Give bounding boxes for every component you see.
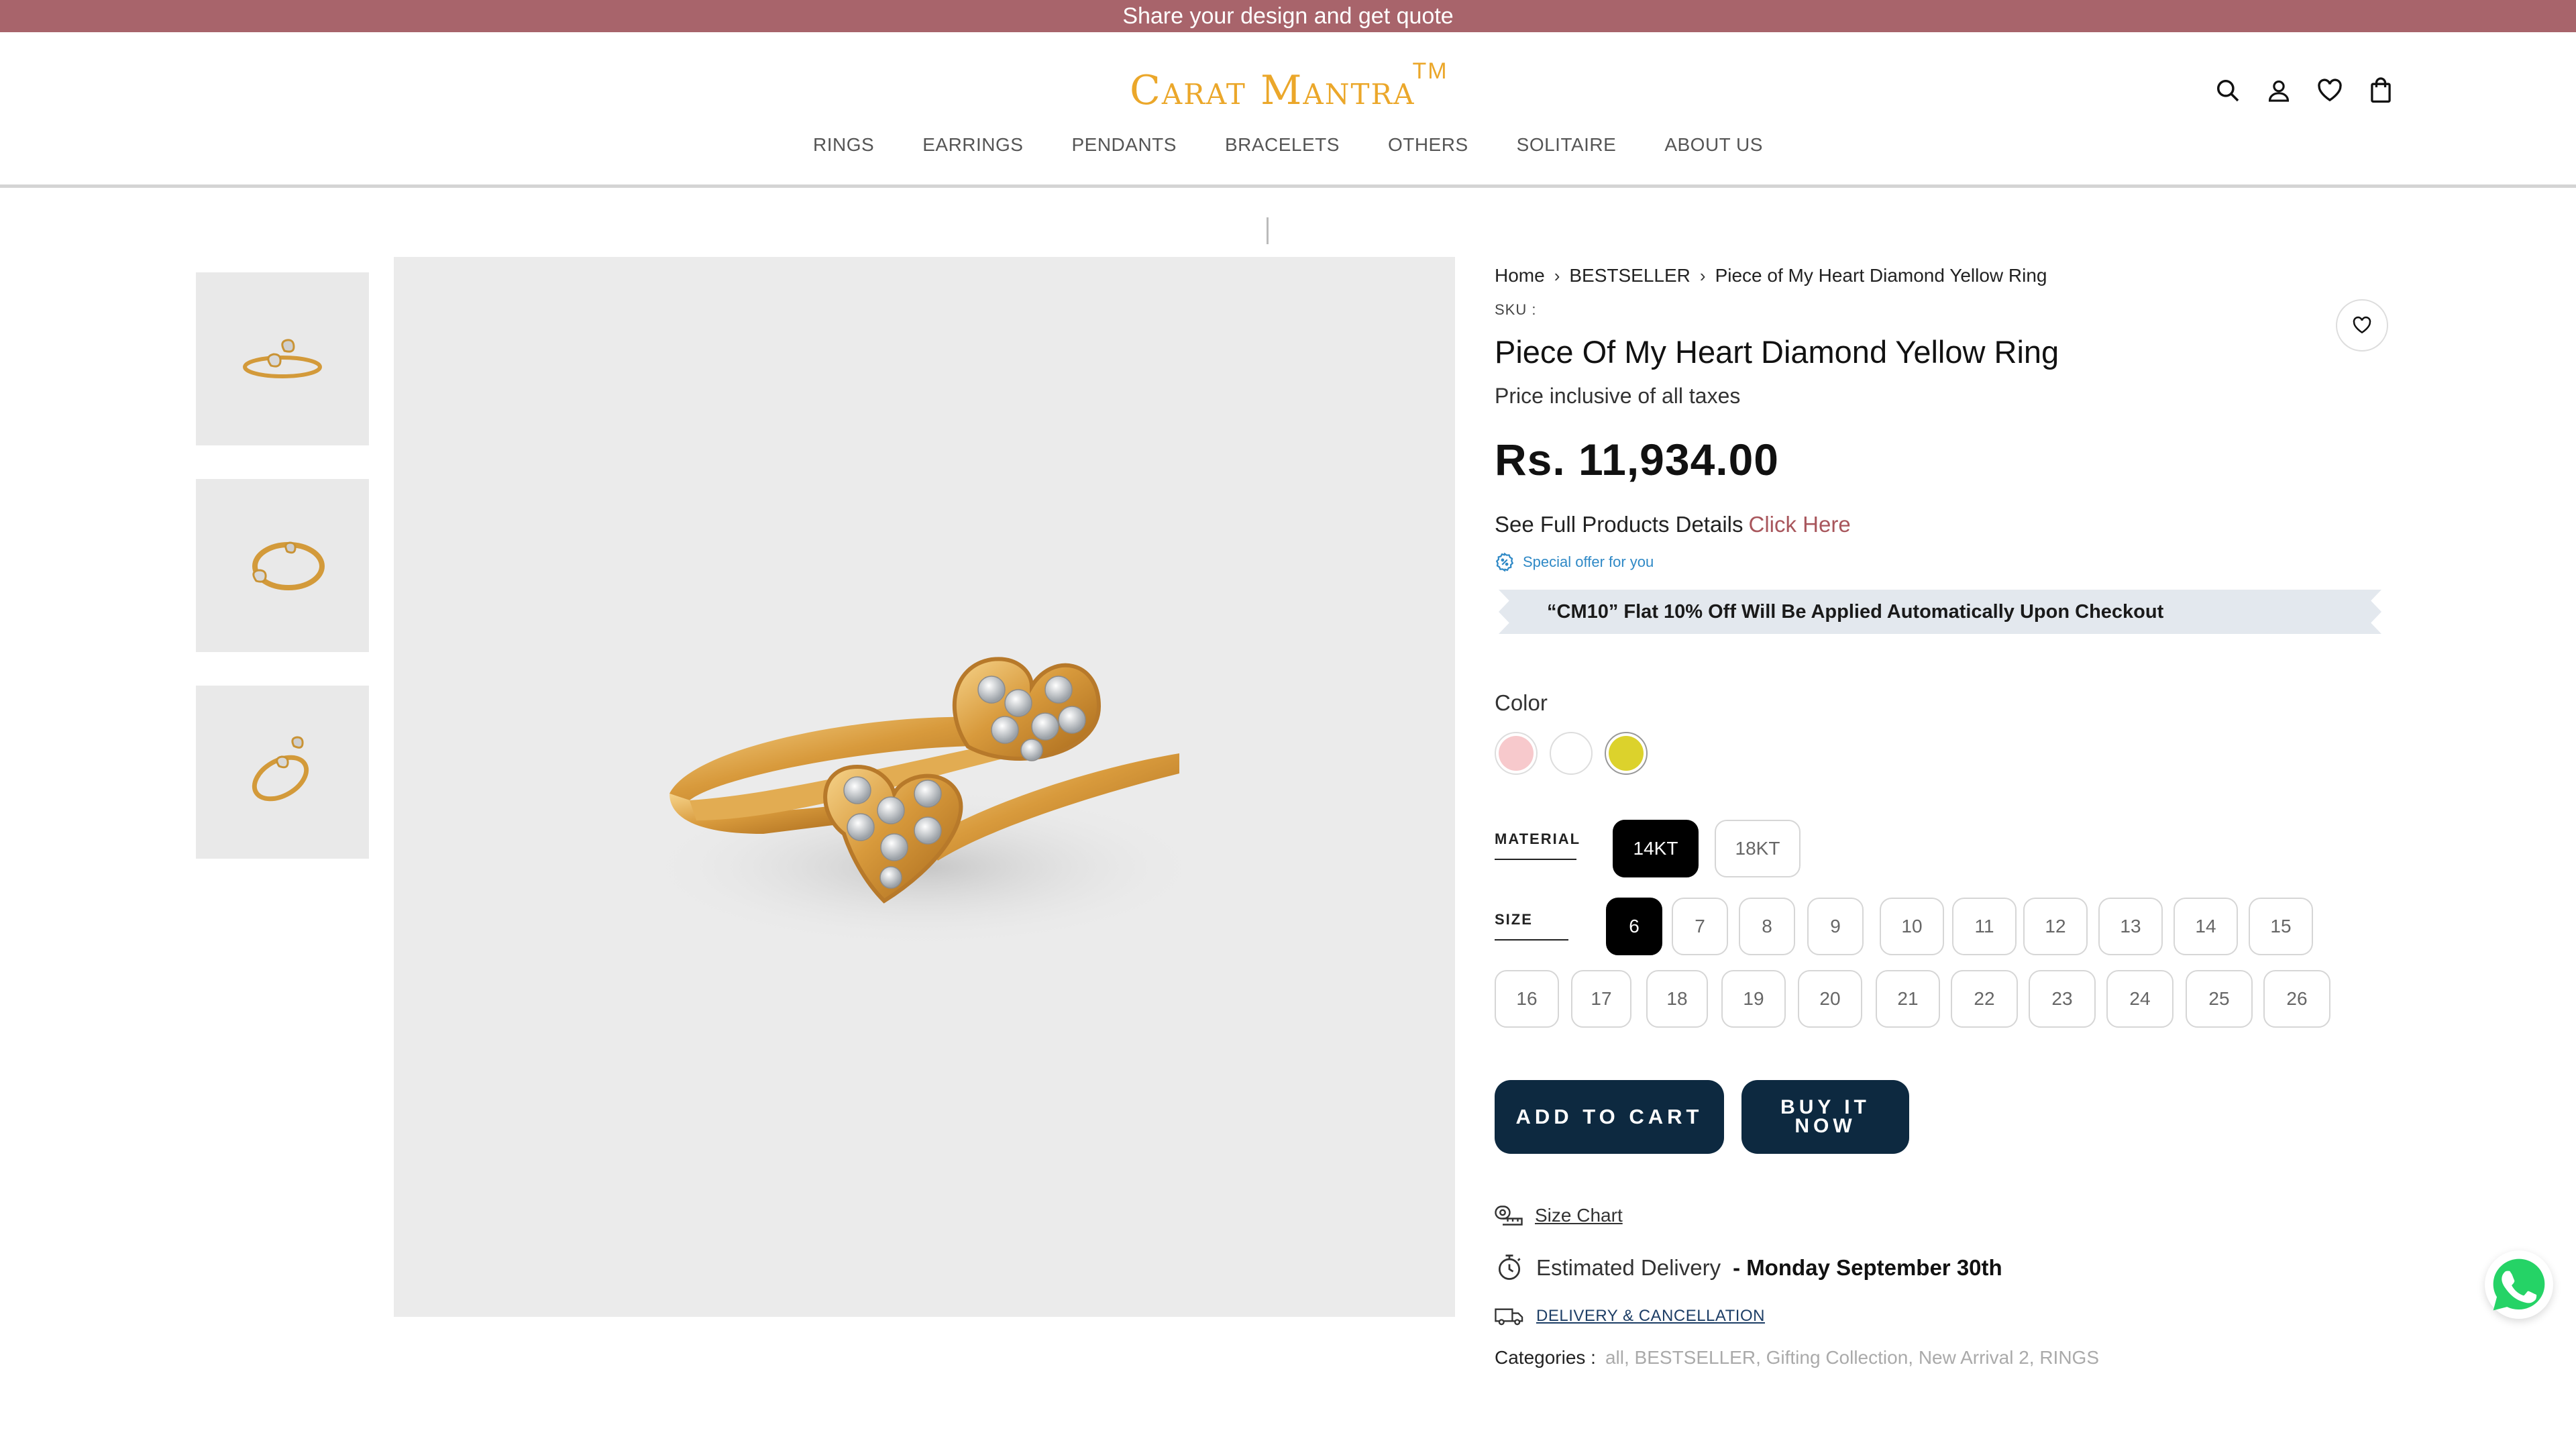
offer-banner: “CM10” Flat 10% Off Will Be Applied Auto… <box>1499 590 2381 634</box>
size-option-16[interactable]: 16 <box>1495 970 1559 1028</box>
color-swatches <box>1495 732 2387 775</box>
account-icon[interactable] <box>2265 76 2293 105</box>
discount-badge-icon <box>1495 552 1514 572</box>
size-option-21[interactable]: 21 <box>1876 970 1940 1028</box>
thumbnail-1[interactable] <box>196 272 369 445</box>
offer-banner-text: “CM10” Flat 10% Off Will Be Applied Auto… <box>1547 600 2164 623</box>
color-label: Color <box>1495 690 1548 715</box>
thumbnail-list <box>196 272 369 859</box>
cart-bag-icon[interactable] <box>2367 76 2395 105</box>
chevron-right-icon: › <box>1699 265 1706 286</box>
announcement-text[interactable]: Share your design and get quote <box>1122 3 1453 30</box>
main-nav: RINGS EARRINGS PENDANTS BRACELETS OTHERS SOLI… <box>0 134 2576 156</box>
nav-item-pendants[interactable]: PENDANTS <box>1071 134 1176 156</box>
material-option-14kt[interactable]: 14KT <box>1613 820 1699 877</box>
categories-list[interactable]: all, BESTSELLER, Gifting Collection, New… <box>1605 1347 2099 1368</box>
details-text: See Full Products Details <box>1495 512 1743 537</box>
sku-label: SKU : <box>1495 301 1537 318</box>
color-swatch-rose[interactable] <box>1495 732 1538 775</box>
product-info: Home › BESTSELLER › Piece of My Heart Di… <box>1495 265 2387 775</box>
size-option-24[interactable]: 24 <box>2106 970 2174 1028</box>
add-to-cart-button[interactable]: ADD TO CART <box>1495 1080 1724 1154</box>
special-offer-text: Special offer for you <box>1523 553 1654 570</box>
purchase-buttons: ADD TO CART BUY IT NOW <box>1495 1080 1909 1154</box>
thumbnail-2[interactable] <box>196 479 369 652</box>
nav-item-others[interactable]: OTHERS <box>1388 134 1468 156</box>
size-option-18[interactable]: 18 <box>1646 970 1708 1028</box>
material-options: 14KT 18KT <box>1613 820 1801 877</box>
wishlist-icon[interactable] <box>2316 76 2344 105</box>
nav-item-rings[interactable]: RINGS <box>813 134 874 156</box>
estimated-delivery-row: Estimated Delivery - Monday September 30… <box>1495 1253 2387 1283</box>
breadcrumb-current: Piece of My Heart Diamond Yellow Ring <box>1715 265 2047 286</box>
size-option-10[interactable]: 10 <box>1880 898 1944 955</box>
tape-measure-icon <box>1495 1205 1523 1226</box>
size-chart-row: Size Chart <box>1495 1205 2387 1226</box>
size-option-25[interactable]: 25 <box>2186 970 2253 1028</box>
product-meta: Size Chart Estimated Delivery - Monday S… <box>1495 1205 2387 1368</box>
special-offer-tag: Special offer for you <box>1495 552 2387 572</box>
size-label: SIZE <box>1495 911 1568 941</box>
size-option-17[interactable]: 17 <box>1571 970 1631 1028</box>
chevron-right-icon: › <box>1554 265 1560 286</box>
material-label: MATERIAL <box>1495 830 1579 860</box>
categories-row: Categories : all, BESTSELLER, Gifting Col… <box>1495 1347 2387 1368</box>
announcement-bar[interactable]: Share your design and get quote <box>0 0 2576 32</box>
header-icons <box>2214 76 2395 105</box>
brand-logo[interactable]: Carat MantraTM <box>1130 58 1448 114</box>
delivery-cancellation-row: DELIVERY & CANCELLATION <box>1495 1305 2387 1327</box>
site-header: Carat MantraTM RINGS EARRINGS PENDANTS BRAC… <box>0 32 2576 188</box>
delivery-date: - Monday September 30th <box>1733 1255 2002 1280</box>
whatsapp-chat-button[interactable] <box>2485 1250 2553 1319</box>
size-option-11[interactable]: 11 <box>1952 898 2017 955</box>
nav-item-solitaire[interactable]: SOLITAIRE <box>1517 134 1617 156</box>
main-product-image[interactable] <box>394 257 1455 1317</box>
stopwatch-icon <box>1498 1254 1521 1280</box>
tax-note: Price inclusive of all taxes <box>1495 384 1741 408</box>
gallery-divider <box>1267 217 1269 244</box>
material-option-18kt[interactable]: 18KT <box>1715 820 1801 877</box>
color-swatch-yellow[interactable] <box>1605 732 1648 775</box>
size-option-7[interactable]: 7 <box>1672 898 1728 955</box>
product-price: Rs. 11,934.00 <box>1495 435 1780 484</box>
breadcrumb-bestseller[interactable]: BESTSELLER <box>1569 265 1690 286</box>
categories-label: Categories : <box>1495 1347 1596 1368</box>
ring-illustration <box>643 657 1206 948</box>
search-icon[interactable] <box>2214 76 2242 105</box>
breadcrumb-home[interactable]: Home <box>1495 265 1545 286</box>
delivery-label: Estimated Delivery <box>1536 1255 1721 1280</box>
color-swatch-white[interactable] <box>1550 732 1593 775</box>
size-option-26[interactable]: 26 <box>2263 970 2330 1028</box>
details-link[interactable]: Click Here <box>1749 512 1851 537</box>
delivery-truck-icon <box>1495 1308 1523 1326</box>
thumbnail-3[interactable] <box>196 686 369 859</box>
material-selector: MATERIAL 14KT 18KT <box>1495 820 1801 877</box>
size-option-20[interactable]: 20 <box>1798 970 1862 1028</box>
size-option-19[interactable]: 19 <box>1721 970 1786 1028</box>
size-option-14[interactable]: 14 <box>2174 898 2238 955</box>
size-selector: SIZE 6 7 8 9 10 11 12 13 14 15 16 17 18 19 20 21 22 23 24 2… <box>1495 898 2330 1028</box>
whatsapp-icon <box>2493 1258 2545 1311</box>
size-option-22[interactable]: 22 <box>1951 970 2018 1028</box>
size-option-6[interactable]: 6 <box>1606 898 1662 955</box>
size-option-8[interactable]: 8 <box>1739 898 1795 955</box>
size-option-12[interactable]: 12 <box>2023 898 2088 955</box>
size-option-9[interactable]: 9 <box>1807 898 1864 955</box>
nav-item-about-us[interactable]: ABOUT US <box>1664 134 1763 156</box>
size-chart-link[interactable]: Size Chart <box>1535 1205 1623 1226</box>
size-option-13[interactable]: 13 <box>2098 898 2163 955</box>
nav-item-bracelets[interactable]: BRACELETS <box>1225 134 1340 156</box>
buy-it-now-button[interactable]: BUY IT NOW <box>1741 1080 1909 1154</box>
size-option-15[interactable]: 15 <box>2249 898 2313 955</box>
nav-item-earrings[interactable]: EARRINGS <box>922 134 1023 156</box>
brand-name: Carat Mantra <box>1130 67 1415 114</box>
product-title: Piece Of My Heart Diamond Yellow Ring <box>1495 334 2059 370</box>
delivery-cancellation-link[interactable]: DELIVERY & CANCELLATION <box>1536 1307 1765 1326</box>
breadcrumb: Home › BESTSELLER › Piece of My Heart Di… <box>1495 265 2387 286</box>
full-details-row: See Full Products Details Click Here <box>1495 512 2387 537</box>
size-option-23[interactable]: 23 <box>2029 970 2096 1028</box>
brand-tm: TM <box>1412 58 1448 84</box>
